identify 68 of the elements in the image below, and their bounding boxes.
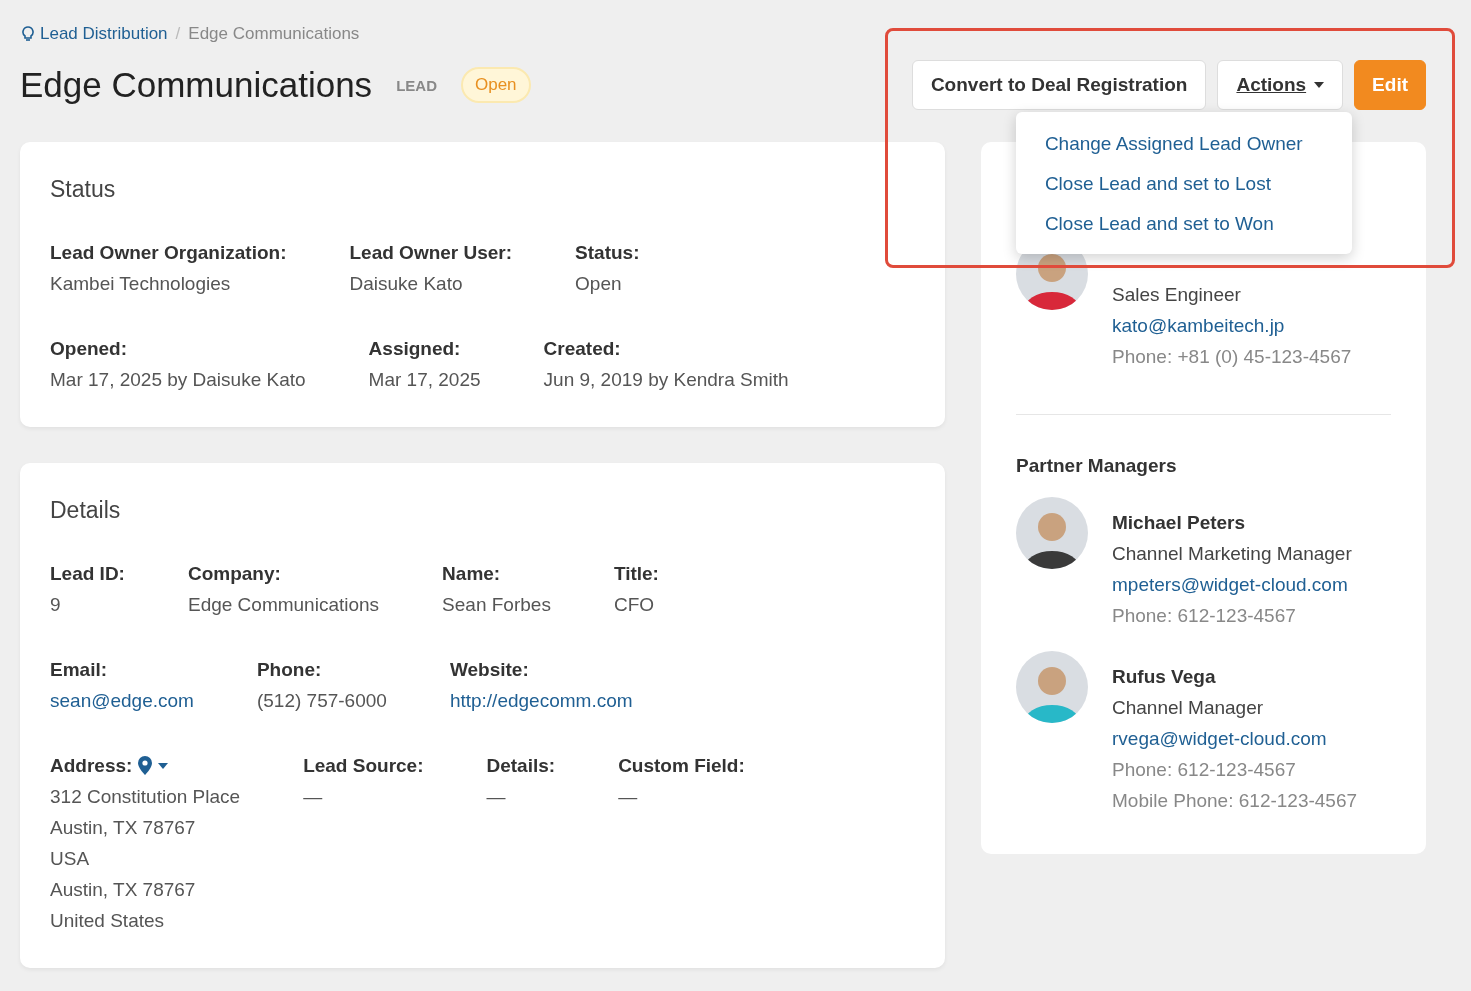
field-value: —	[486, 785, 507, 809]
actions-dropdown-button[interactable]: Actions	[1217, 60, 1344, 110]
field-value: United States	[50, 909, 166, 933]
field-value: Mar 17, 2025	[368, 368, 481, 392]
field-value: (512) 757-6000	[256, 689, 387, 713]
field-value: Daisuke Kato	[349, 272, 464, 296]
field-value: Kambei Technologies	[50, 272, 232, 296]
field-value: Open	[575, 272, 623, 296]
record-type-label: LEAD	[396, 76, 437, 94]
field-value: 9	[50, 593, 62, 617]
person-name: Michael Peters	[1112, 511, 1247, 535]
phone-number: Phone: +81 (0) 45-123-4567	[1112, 345, 1352, 369]
field-label: Assigned:	[368, 337, 462, 361]
field-value: Austin, TX 78767	[50, 816, 197, 840]
phone-number: Phone: 612-123-4567	[1112, 604, 1297, 628]
field-label: Lead Source:	[303, 754, 424, 778]
breadcrumb-separator: /	[175, 24, 181, 44]
person-name: Rufus Vega	[1112, 665, 1217, 689]
field-label: Phone:	[256, 658, 323, 682]
menu-item[interactable]: Close Lead and set to Lost	[1015, 164, 1352, 204]
field-value: —	[303, 785, 324, 809]
card-title: Details	[50, 497, 122, 524]
field-label: Lead Owner Organization:	[50, 241, 287, 265]
email-link[interactable]: kato@kambeitech.jp	[1112, 310, 1352, 341]
field-value: Mar 17, 2025 by Daisuke Kato	[50, 368, 306, 392]
field-label: Created:	[543, 337, 622, 361]
field-label: Details:	[486, 754, 556, 778]
field-value: —	[618, 785, 639, 809]
person-title: Channel Manager	[1112, 696, 1265, 720]
map-pin-icon	[138, 756, 153, 775]
card-title: Status	[50, 176, 117, 203]
field-value: Sean Forbes	[442, 593, 551, 617]
lightbulb-icon	[22, 26, 34, 42]
caret-icon	[158, 762, 169, 769]
email-link[interactable]: mpeters@widget-cloud.com	[1112, 569, 1352, 600]
field-value: Austin, TX 78767	[50, 878, 197, 902]
field-label: Opened:	[50, 337, 129, 361]
page-title: Edge Communications	[20, 65, 373, 105]
field-label: Title:	[613, 562, 659, 586]
convert-button[interactable]: Convert to Deal Registration	[911, 60, 1207, 110]
email-link[interactable]: rvega@widget-cloud.com	[1112, 723, 1358, 754]
field-value: Jun 9, 2019 by Kendra Smith	[543, 368, 789, 392]
field-value: CFO	[613, 593, 655, 617]
field-value: 312 Constitution Place	[50, 785, 241, 809]
field-value: Edge Communications	[187, 593, 380, 617]
field-label: Lead ID:	[50, 562, 125, 586]
person-title: Channel Marketing Manager	[1112, 542, 1352, 566]
field-label: Lead Owner User:	[349, 241, 513, 265]
menu-item[interactable]: Close Lead and set to Won	[1015, 204, 1352, 244]
section-heading: Partner Managers	[1016, 455, 1178, 477]
breadcrumb-current: Edge Communications	[188, 24, 360, 44]
field-label: Name:	[442, 562, 502, 586]
phone-number: Phone: 612-123-4567	[1112, 758, 1297, 782]
person-title: Sales Engineer	[1112, 283, 1242, 307]
field-link[interactable]: sean@edge.com	[50, 685, 194, 716]
phone-number: Mobile Phone: 612-123-4567	[1112, 789, 1358, 813]
field-label: Address:	[50, 754, 133, 778]
field-label: Custom Field:	[618, 754, 745, 778]
field-label: Email:	[50, 658, 109, 682]
field-label: Status:	[575, 241, 640, 265]
field-value: USA	[50, 847, 91, 871]
field-link[interactable]: http://edgecomm.com	[449, 685, 633, 716]
field-label: Company:	[187, 562, 282, 586]
menu-item[interactable]: Change Assigned Lead Owner	[1015, 124, 1352, 164]
breadcrumb-link[interactable]: Lead Distribution	[22, 24, 168, 44]
field-label: Website:	[449, 658, 530, 682]
caret-icon	[1314, 82, 1325, 88]
status-badge: Open	[460, 67, 531, 103]
